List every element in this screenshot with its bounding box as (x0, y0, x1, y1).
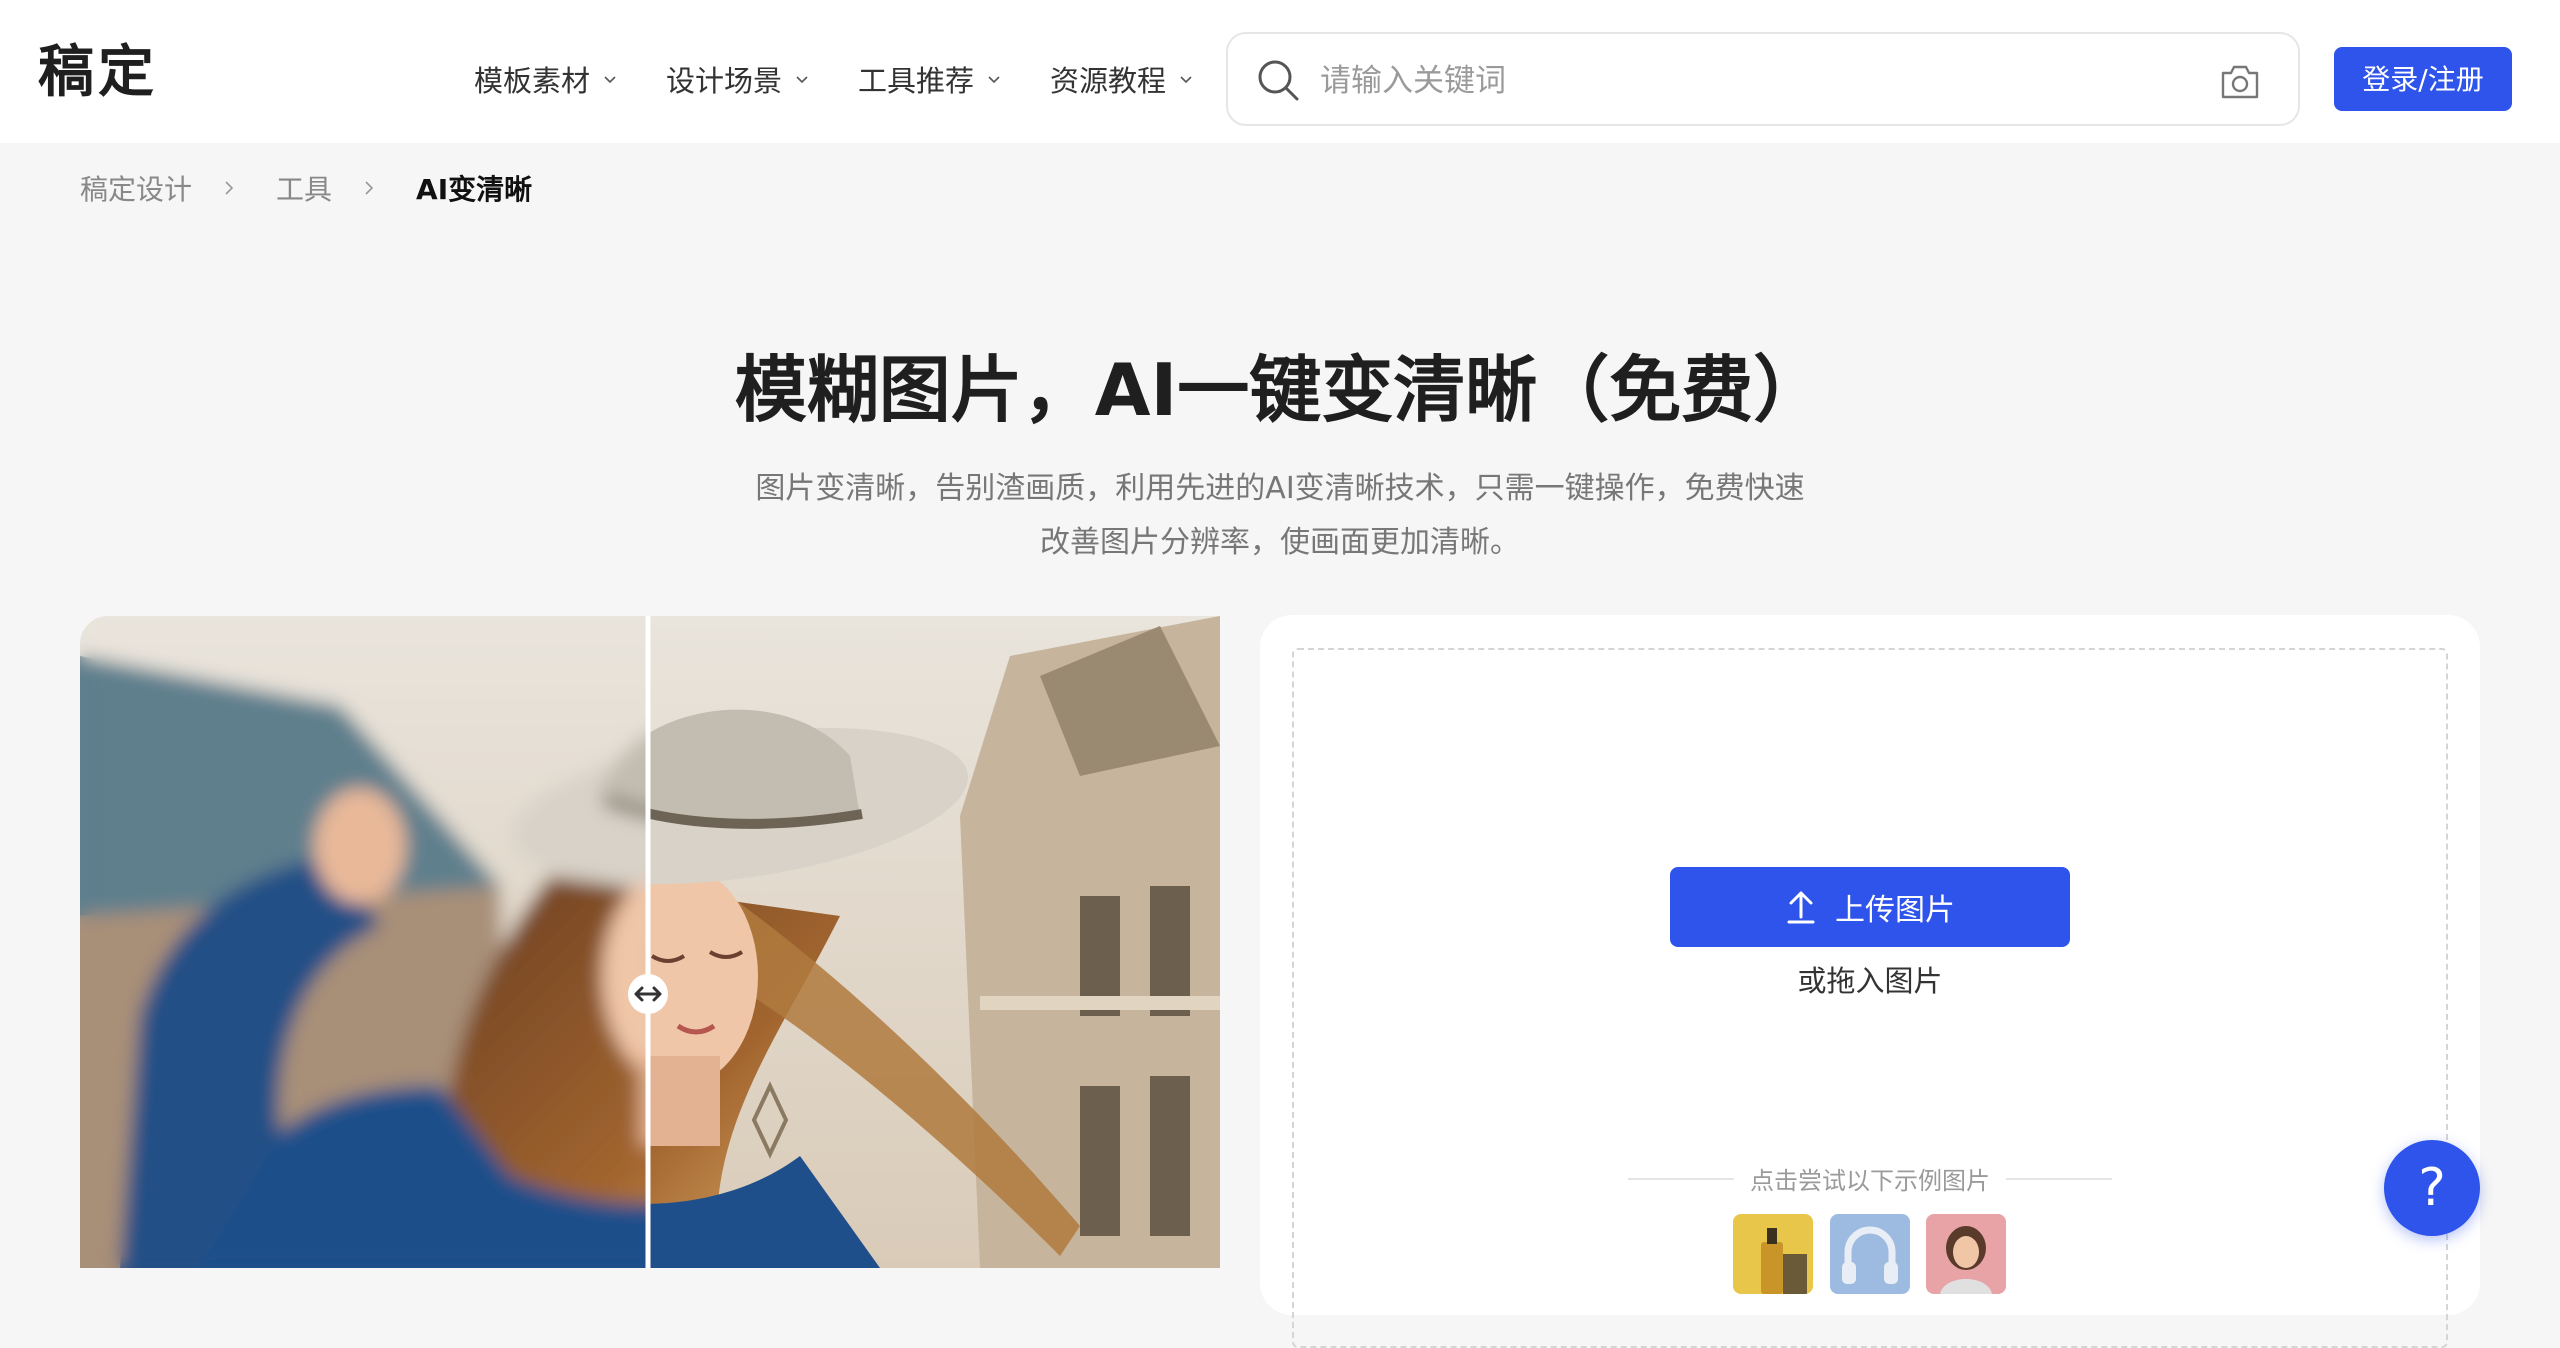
chevron-right-icon (365, 181, 374, 195)
breadcrumb-link-home[interactable]: 稿定设计 (80, 168, 192, 208)
login-register-button[interactable]: 登录/注册 (2334, 47, 2512, 111)
breadcrumb-current: AI变清晰 (416, 173, 533, 206)
nav-label: 模板素材 (474, 64, 591, 98)
breadcrumb-link-tools[interactable]: 工具 (276, 168, 332, 208)
divider (2006, 1177, 2112, 1180)
top-header: 稿定 模板素材 设计场景 工具推荐 资源教程 登录/注册 (0, 0, 2560, 143)
nav-item-tools[interactable]: 工具推荐 (858, 56, 1002, 102)
nav-item-scenes[interactable]: 设计场景 (666, 56, 810, 102)
search-input[interactable] (1318, 54, 2142, 108)
page-subtitle: 图片变清晰，告别渣画质，利用先进的AI变清晰技术，只需一键操作，免费快速 改善图… (680, 462, 1880, 570)
page-title: 模糊图片，AI一键变清晰（免费） (734, 348, 1826, 432)
site-logo[interactable]: 稿定 (38, 38, 158, 108)
demo-image (80, 616, 1220, 1268)
upload-button-label: 上传图片 (1835, 893, 1955, 928)
sample-image-portrait[interactable] (1926, 1214, 2006, 1294)
search-icon[interactable] (1256, 58, 1300, 102)
search-box (1226, 32, 2300, 126)
before-after-demo (80, 616, 1220, 1268)
drag-handle-icon[interactable] (628, 974, 668, 1014)
sample-images-heading: 点击尝试以下示例图片 (1628, 1161, 2112, 1196)
camera-icon[interactable] (2218, 59, 2262, 103)
chevron-down-icon (796, 76, 808, 84)
divider (1628, 1177, 1734, 1180)
breadcrumb: 稿定设计 工具 AI变清晰 (80, 168, 532, 208)
chevron-down-icon (1180, 76, 1192, 84)
chevron-right-icon (225, 181, 234, 195)
nav-label: 工具推荐 (858, 64, 975, 98)
samples-label-text: 点击尝试以下示例图片 (1750, 1167, 1990, 1195)
sample-thumbnail (1926, 1214, 2006, 1294)
help-button[interactable]: ? (2384, 1140, 2480, 1236)
subtitle-line-1: 图片变清晰，告别渣画质，利用先进的AI变清晰技术，只需一键操作，免费快速 (755, 471, 1805, 506)
nav-label: 设计场景 (666, 64, 783, 98)
sample-thumbnail (1733, 1214, 1813, 1294)
upload-arrow-icon (1787, 891, 1815, 924)
nav-item-templates[interactable]: 模板素材 (474, 56, 618, 102)
nav-label: 资源教程 (1050, 64, 1167, 98)
subtitle-line-2: 改善图片分辨率，使画面更加清晰。 (1040, 525, 1520, 560)
chevron-down-icon (988, 76, 1000, 84)
chevron-down-icon (604, 76, 616, 84)
nav-item-resources[interactable]: 资源教程 (1050, 56, 1194, 102)
sample-thumbnail (1830, 1214, 1910, 1294)
drag-drop-hint: 或拖入图片 (1797, 964, 1943, 998)
upload-image-button[interactable]: 上传图片 (1670, 867, 2070, 947)
sample-image-bottle[interactable] (1733, 1214, 1813, 1294)
sample-image-headphones[interactable] (1830, 1214, 1910, 1294)
